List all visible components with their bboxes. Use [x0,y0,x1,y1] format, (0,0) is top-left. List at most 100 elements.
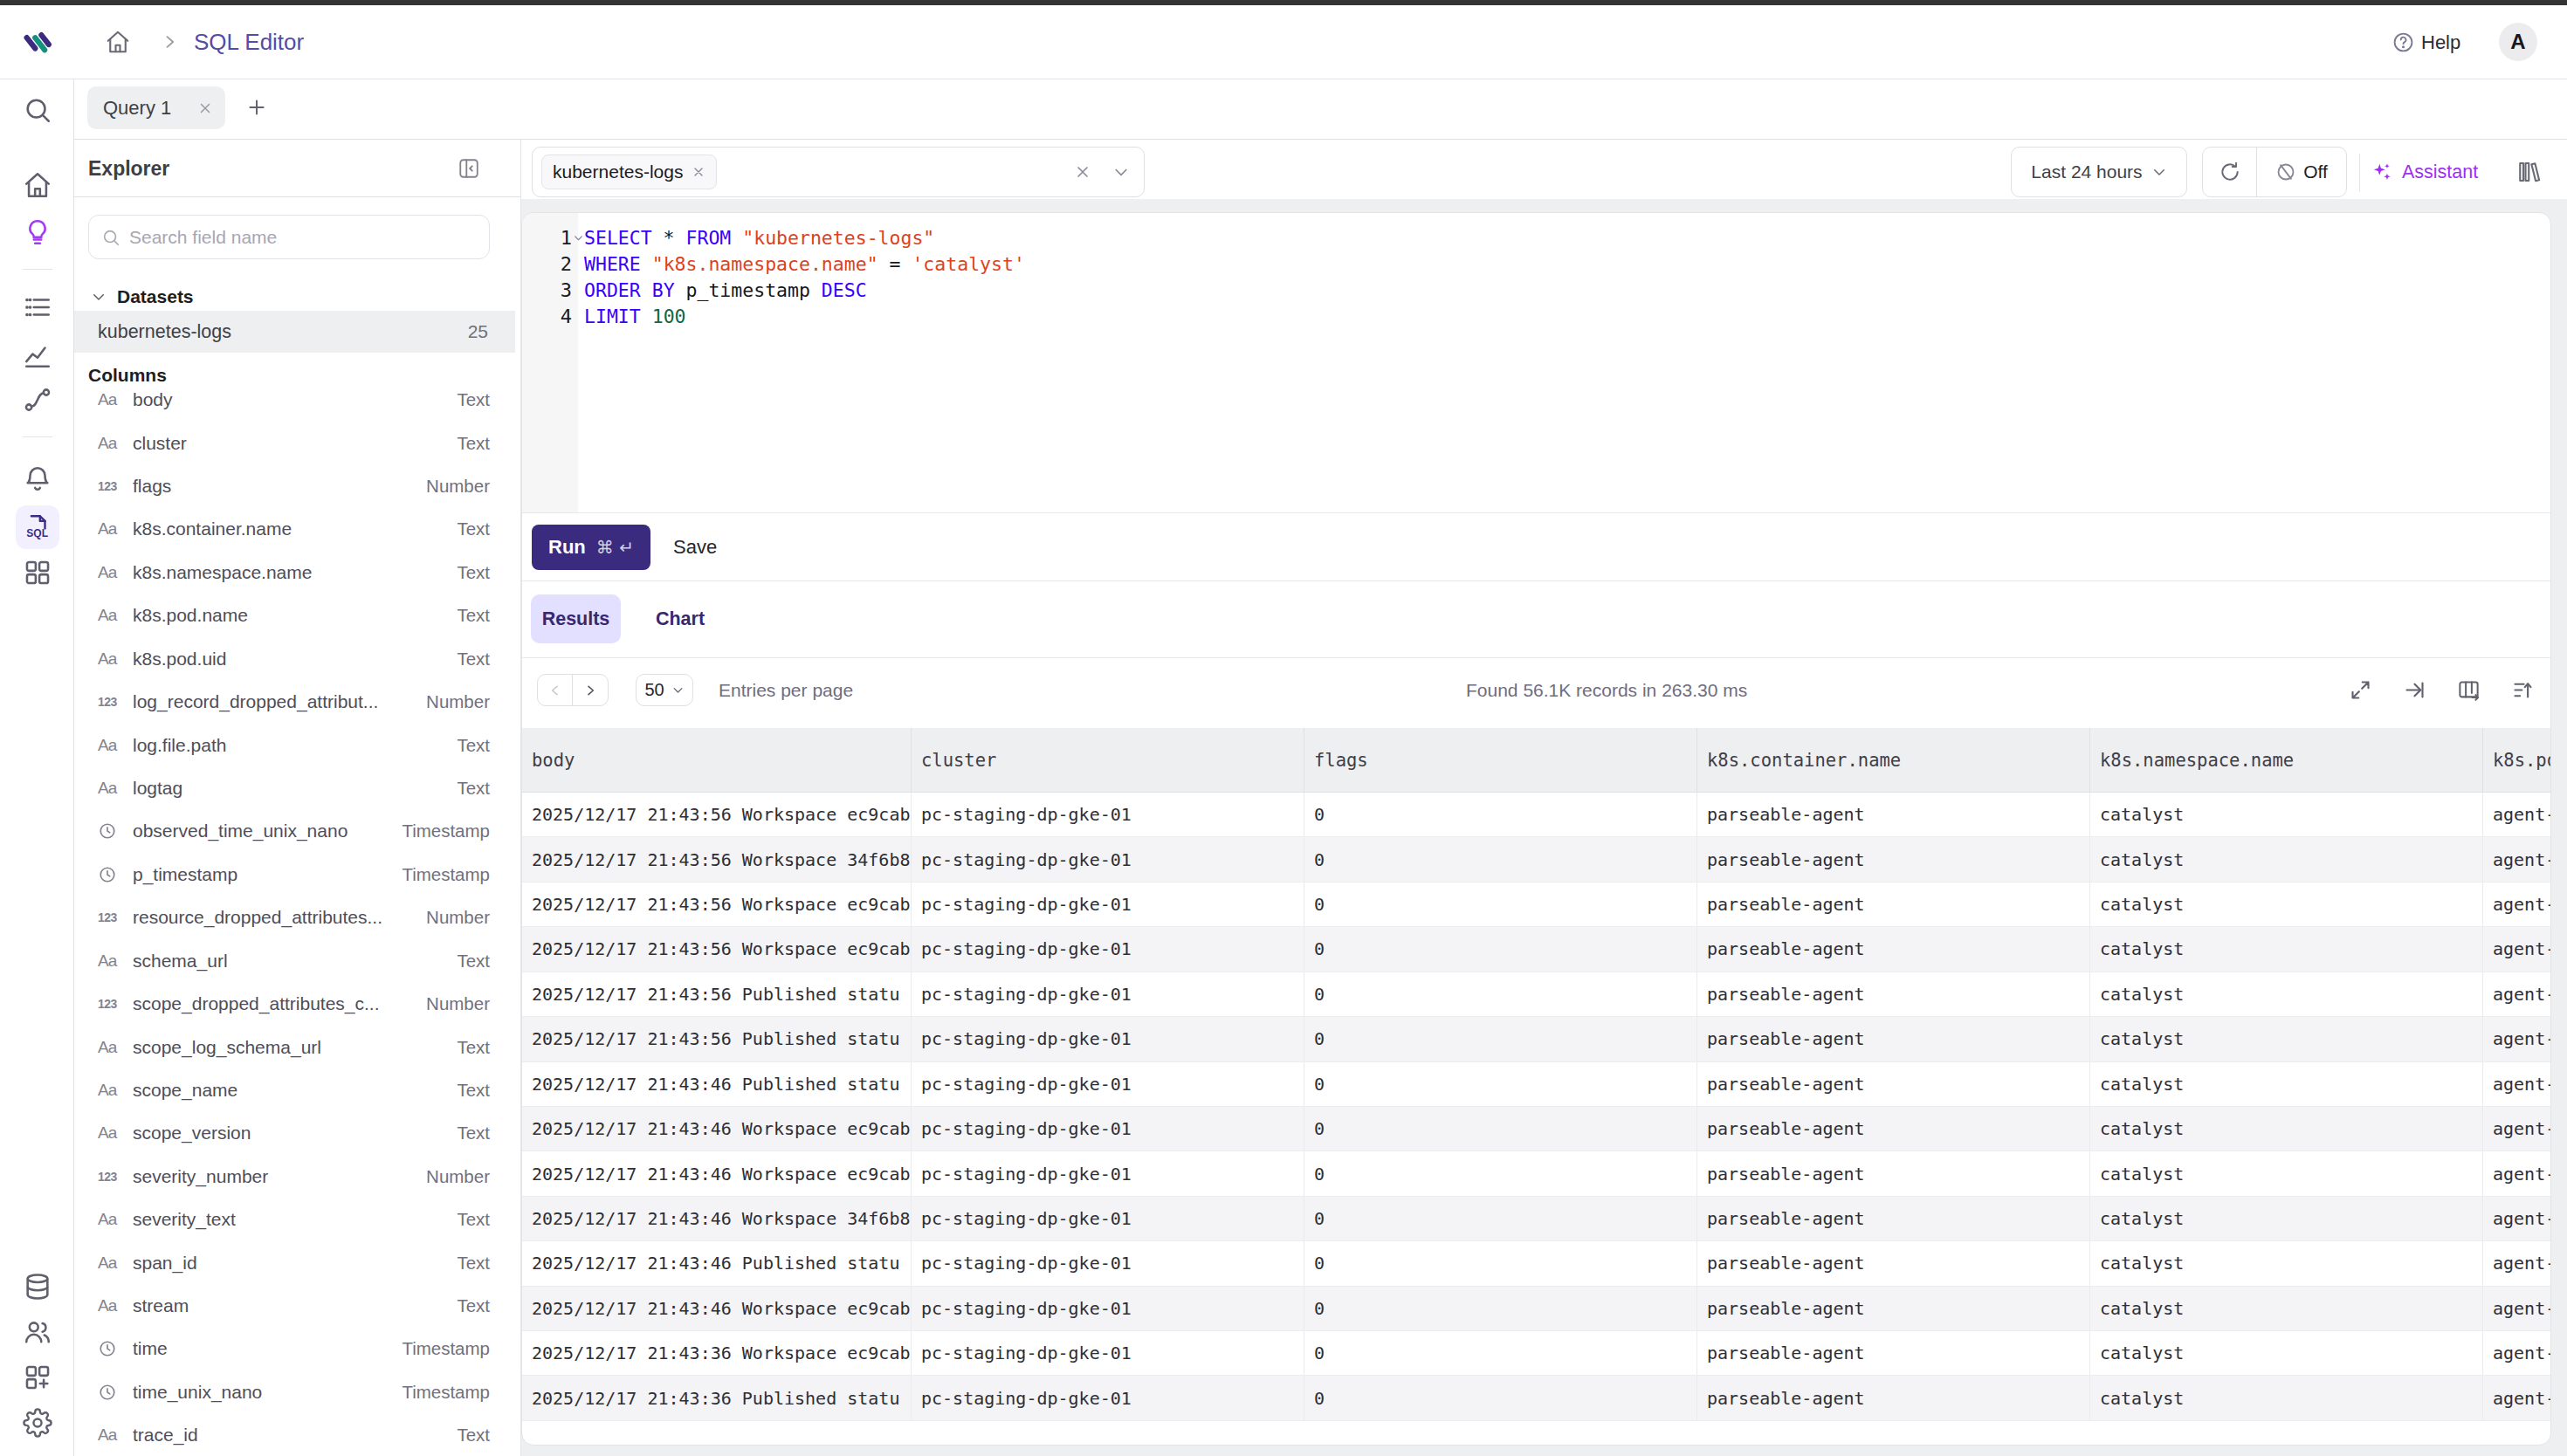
insights-lightbulb-icon[interactable] [23,217,52,247]
datasets-section-header[interactable]: Datasets [91,283,194,311]
manage-columns-icon[interactable] [2457,678,2481,702]
tab-results[interactable]: Results [531,594,621,643]
field-row-resource-dropped-attributes-[interactable]: 123resource_dropped_attributes...Number [74,896,521,939]
integrations-icon[interactable] [23,1363,52,1392]
table-row-3[interactable]: 2025/12/17 21:43:56 Workspace ec9cabpc-s… [522,927,2551,972]
field-row-observed-time-unix-nano[interactable]: observed_time_unix_nanoTimestamp [74,810,521,853]
column-header-2[interactable]: flags [1304,728,1696,792]
table-row-8[interactable]: 2025/12/17 21:43:46 Workspace ec9cabpc-s… [522,1151,2551,1196]
field-row-flags[interactable]: 123flagsNumber [74,464,521,507]
breadcrumb-home-icon[interactable] [105,29,131,55]
avatar[interactable]: A [2499,23,2537,61]
field-type-icon: Aa [98,1296,133,1315]
field-row-trace-id[interactable]: Aatrace_idText [74,1414,521,1456]
tab-query-1[interactable]: Query 1 [87,86,225,129]
datasets-database-icon[interactable] [23,1272,52,1301]
field-row-logtag[interactable]: AalogtagText [74,766,521,809]
table-row-9[interactable]: 2025/12/17 21:43:46 Workspace 34f6b8pc-s… [522,1197,2551,1241]
assistant-button[interactable]: Assistant [2371,147,2478,197]
chip-remove-icon[interactable] [692,165,705,179]
cell-11-5: agent-w [2482,1287,2551,1330]
field-row-span-id[interactable]: Aaspan_idText [74,1241,521,1284]
sort-rows-icon[interactable] [2511,678,2535,702]
field-row-k8s-pod-uid[interactable]: Aak8s.pod.uidText [74,637,521,680]
expand-icon[interactable] [2349,678,2372,702]
breadcrumb-chevron-icon [161,33,178,51]
dataset-select[interactable]: kubernetes-logs [532,147,1145,197]
time-range-select[interactable]: Last 24 hours [2011,147,2187,197]
column-header-1[interactable]: cluster [911,728,1304,792]
field-row-log-file-path[interactable]: Aalog.file.pathText [74,724,521,766]
trace-flow-icon[interactable] [23,385,52,415]
sql-editor-code[interactable]: SELECT * FROM "kubernetes-logs"WHERE "k8… [584,225,1025,330]
field-row-log-record-dropped-attribut-[interactable]: 123log_record_dropped_attribut...Number [74,680,521,723]
field-row-p-timestamp[interactable]: p_timestampTimestamp [74,853,521,896]
tab-close-icon[interactable] [197,100,213,116]
field-row-scope-dropped-attributes-c-[interactable]: 123scope_dropped_attributes_c...Number [74,982,521,1025]
field-name: scope_dropped_attributes_c... [133,993,426,1014]
field-row-stream[interactable]: AastreamText [74,1284,521,1327]
add-tab-icon[interactable] [245,96,268,119]
search-field-input[interactable]: Search field name [88,215,490,259]
table-row-10[interactable]: 2025/12/17 21:43:46 Published statupc-st… [522,1241,2551,1286]
users-icon[interactable] [23,1317,52,1347]
live-tail-toggle[interactable]: Off [2257,148,2346,196]
table-row-0[interactable]: 2025/12/17 21:43:56 Workspace ec9cabpc-s… [522,793,2551,837]
table-row-1[interactable]: 2025/12/17 21:43:56 Workspace 34f6b8pc-s… [522,837,2551,882]
field-row-scope-name[interactable]: Aascope_nameText [74,1068,521,1111]
table-row-11[interactable]: 2025/12/17 21:43:46 Workspace ec9cabpc-s… [522,1287,2551,1331]
field-row-body[interactable]: AabodyText [74,379,521,422]
home-icon[interactable] [23,170,52,200]
library-books-icon[interactable] [2515,159,2541,185]
column-header-3[interactable]: k8s.container.name [1696,728,2089,792]
dataset-item-kubernetes-logs[interactable]: kubernetes-logs 25 [74,311,515,353]
column-header-4[interactable]: k8s.namespace.name [2089,728,2482,792]
table-row-6[interactable]: 2025/12/17 21:43:46 Published statupc-st… [522,1062,2551,1107]
field-row-severity-number[interactable]: 123severity_numberNumber [74,1155,521,1198]
table-row-4[interactable]: 2025/12/17 21:43:56 Published statupc-st… [522,972,2551,1017]
page-size-select[interactable]: 50 [636,674,693,706]
search-icon[interactable] [23,95,52,125]
next-page-button[interactable] [573,675,608,705]
table-row-5[interactable]: 2025/12/17 21:43:56 Published statupc-st… [522,1017,2551,1061]
parseable-logo-icon[interactable] [23,27,54,58]
settings-gear-icon[interactable] [23,1408,52,1438]
cell-3-4: catalyst [2089,927,2482,971]
field-row-severity-text[interactable]: Aaseverity_textText [74,1198,521,1241]
chart-icon[interactable] [23,340,52,370]
field-row-k8s-container-name[interactable]: Aak8s.container.nameText [74,508,521,551]
tab-chart[interactable]: Chart [654,594,706,643]
page-title[interactable]: SQL Editor [194,5,304,79]
save-button[interactable]: Save [673,525,717,570]
field-row-k8s-pod-name[interactable]: Aak8s.pod.nameText [74,594,521,637]
apps-grid-icon[interactable] [23,558,52,587]
dataset-chip[interactable]: kubernetes-logs [541,155,717,189]
column-header-5[interactable]: k8s.po [2482,728,2551,792]
table-row-7[interactable]: 2025/12/17 21:43:46 Workspace ec9cabpc-s… [522,1107,2551,1151]
refresh-button[interactable] [2203,148,2257,196]
run-button[interactable]: Run ⌘ ↵ [532,525,650,570]
table-row-12[interactable]: 2025/12/17 21:43:36 Workspace ec9cabpc-s… [522,1331,2551,1376]
select-clear-icon[interactable] [1074,163,1091,181]
divider [522,512,2551,513]
field-row-cluster[interactable]: AaclusterText [74,422,521,464]
list-view-icon[interactable] [23,292,52,322]
field-row-time-unix-nano[interactable]: time_unix_nanoTimestamp [74,1370,521,1413]
fold-chevron-icon[interactable] [573,232,584,244]
prev-page-button[interactable] [538,675,573,705]
field-row-time[interactable]: timeTimestamp [74,1328,521,1370]
notifications-bell-icon[interactable] [23,464,52,494]
cell-12-3: parseable-agent [1696,1331,2089,1375]
field-row-scope-version[interactable]: Aascope_versionText [74,1112,521,1155]
field-row-schema-url[interactable]: Aaschema_urlText [74,939,521,982]
table-row-13[interactable]: 2025/12/17 21:43:36 Published statupc-st… [522,1376,2551,1420]
collapse-panel-icon[interactable] [458,157,480,180]
field-row-scope-log-schema-url[interactable]: Aascope_log_schema_urlText [74,1026,521,1068]
select-chevron-icon[interactable] [1112,163,1130,181]
table-row-2[interactable]: 2025/12/17 21:43:56 Workspace ec9cabpc-s… [522,883,2551,927]
sql-editor-nav-active[interactable]: SQL [16,505,59,549]
jump-to-end-icon[interactable] [2403,678,2426,702]
field-row-k8s-namespace-name[interactable]: Aak8s.namespace.nameText [74,551,521,594]
help-button[interactable]: Help [2392,5,2460,79]
column-header-0[interactable]: body [522,728,911,792]
